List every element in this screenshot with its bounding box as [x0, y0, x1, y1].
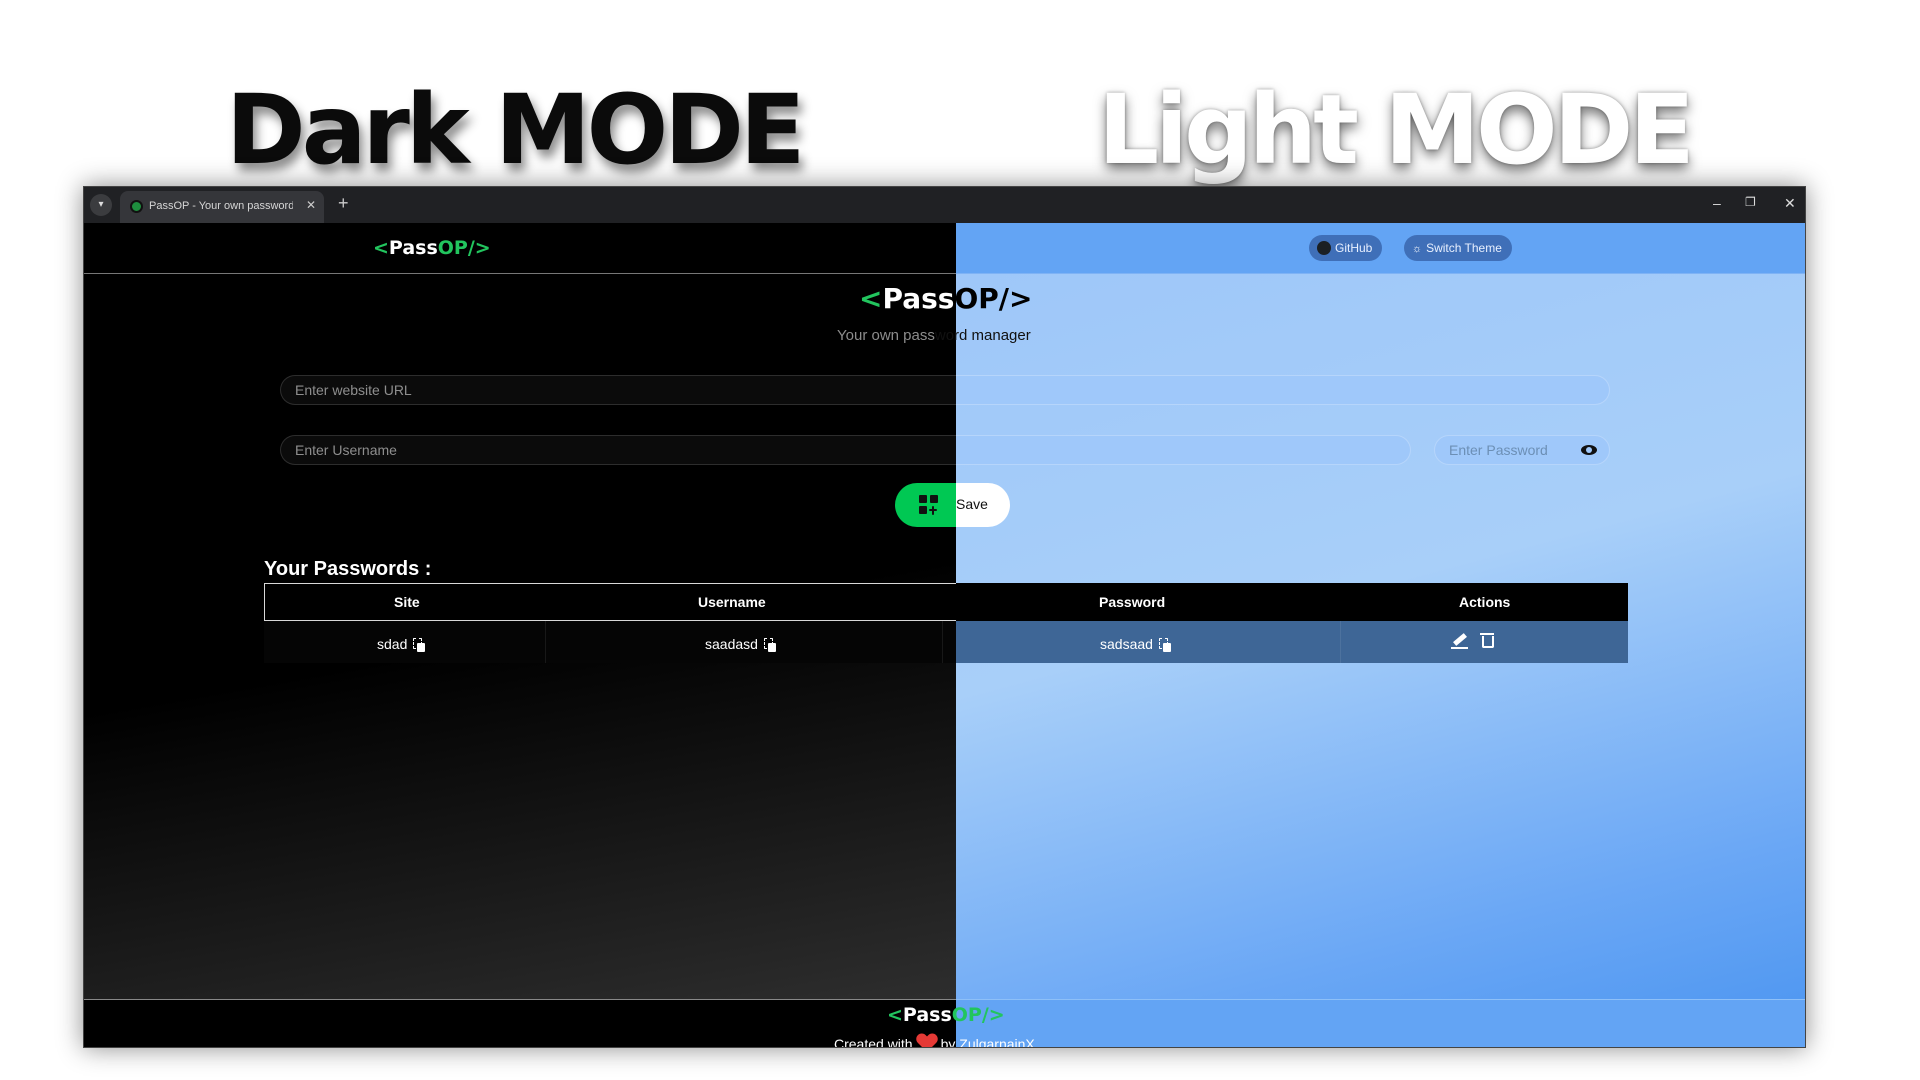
- heart-icon: [917, 1034, 937, 1047]
- table-header-light: [956, 583, 1628, 621]
- save-button[interactable]: Save: [895, 483, 1010, 527]
- tab-search-button[interactable]: ▾: [90, 194, 112, 216]
- save-label-light: ave: [965, 496, 988, 512]
- add-grid-icon: [919, 495, 939, 515]
- sun-icon: ☼: [1412, 243, 1423, 255]
- light-mode-headline: Light MODE: [1098, 74, 1695, 186]
- row-username: saadasd: [705, 635, 776, 652]
- table-row-light: [956, 621, 1628, 663]
- hero-logo: <PassOP/>: [859, 282, 1033, 315]
- hero-subtitle: Your own password manager: [837, 327, 1031, 344]
- column-actions: Actions: [1459, 594, 1511, 610]
- restore-button[interactable]: ❐: [1745, 195, 1756, 209]
- copy-icon[interactable]: [763, 638, 776, 652]
- column-password: Password: [1099, 594, 1166, 610]
- footer-dark: [84, 999, 956, 1047]
- copy-icon[interactable]: [413, 638, 426, 652]
- lock-favicon-icon: [130, 200, 143, 213]
- passop-app: <PassOP/> GitHub ☼ Switch Theme <PassOP/>…: [84, 223, 1805, 1047]
- github-button[interactable]: GitHub: [1309, 235, 1383, 261]
- column-site: Site: [394, 594, 420, 610]
- column-username: Username: [698, 594, 766, 610]
- browser-window: ▾ PassOP - Your own password manager ✕ +…: [83, 186, 1806, 1048]
- github-icon: [1317, 240, 1331, 255]
- footer-credit: Created with by ZulqarnainX: [834, 1031, 1035, 1047]
- footer-light: [956, 999, 1805, 1047]
- website-url-input-light[interactable]: [956, 375, 1610, 405]
- password-input[interactable]: Enter Password: [1434, 435, 1610, 465]
- minimize-button[interactable]: –: [1713, 195, 1721, 211]
- navbar-logo[interactable]: <PassOP/>: [373, 237, 491, 259]
- copy-icon[interactable]: [1158, 638, 1171, 652]
- eye-icon[interactable]: [1581, 445, 1597, 455]
- footer-logo: <PassOP/>: [887, 1004, 1005, 1026]
- row-password: sadsaad: [1100, 635, 1171, 652]
- dark-mode-headline: Dark MODE: [226, 74, 805, 186]
- table-header-dark: [264, 583, 956, 621]
- row-site: sdad: [377, 635, 426, 652]
- username-input-light[interactable]: [956, 435, 1411, 465]
- delete-icon[interactable]: [1480, 632, 1494, 648]
- edit-icon[interactable]: [1450, 631, 1468, 649]
- switch-theme-button[interactable]: ☼ Switch Theme: [1404, 235, 1512, 261]
- save-label-dark: S: [956, 496, 966, 512]
- website-url-input[interactable]: Enter website URL: [280, 375, 956, 405]
- table-row: [264, 621, 956, 663]
- passwords-heading: Your Passwords :: [264, 558, 432, 580]
- browser-tab-strip: ▾ PassOP - Your own password manager ✕ +…: [84, 187, 1805, 223]
- browser-tab[interactable]: PassOP - Your own password manager ✕: [120, 191, 324, 223]
- tab-close-icon[interactable]: ✕: [306, 198, 316, 212]
- username-input[interactable]: Enter Username: [280, 435, 956, 465]
- close-window-button[interactable]: ✕: [1784, 195, 1796, 212]
- new-tab-button[interactable]: +: [338, 193, 349, 214]
- navbar-dark: [84, 223, 956, 274]
- tab-title: PassOP - Your own password manager: [149, 200, 293, 212]
